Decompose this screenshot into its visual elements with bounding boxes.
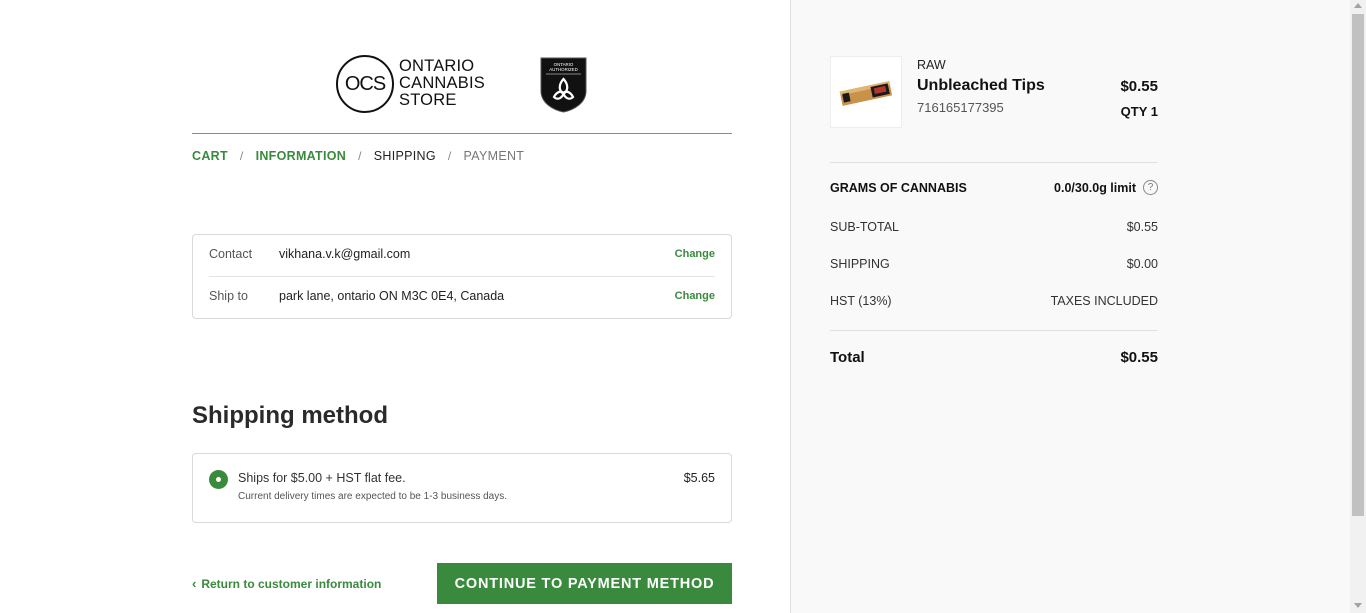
total-divider	[830, 330, 1158, 331]
customer-review-box: Contact vikhana.v.k@gmail.com Change Shi…	[192, 234, 732, 319]
logo-line-1: ONTARIO	[399, 57, 475, 75]
subtotal-value: $0.55	[1126, 220, 1158, 234]
change-ship-to-link[interactable]: Change	[675, 290, 715, 302]
ship-to-value: park lane, ontario ON M3C 0E4, Canada	[279, 289, 505, 303]
total-value: $0.55	[1120, 349, 1158, 366]
scroll-down-icon[interactable]	[1354, 603, 1362, 608]
product-quantity: QTY 1	[1120, 104, 1158, 119]
continue-to-payment-button[interactable]: CONTINUE TO PAYMENT METHOD	[437, 563, 732, 604]
return-link-label: Return to customer information	[201, 576, 382, 591]
breadcrumb-shipping: SHIPPING	[373, 149, 436, 163]
breadcrumb-separator: /	[447, 149, 452, 163]
tax-row: HST (13%) TAXES INCLUDED	[830, 294, 1158, 308]
badge-text-2: AUTHORIZED	[549, 67, 578, 72]
product-name: Unbleached Tips	[917, 77, 1045, 94]
shipping-method-title: Shipping method	[192, 402, 388, 429]
shipping-option-note: Current delivery times are expected to b…	[238, 491, 508, 502]
ocs-logo-letters: OCS	[344, 72, 386, 95]
breadcrumb-separator: /	[239, 149, 244, 163]
contact-row: Contact vikhana.v.k@gmail.com Change	[209, 235, 715, 277]
scroll-up-icon[interactable]	[1354, 3, 1362, 8]
ship-to-row: Ship to park lane, ontario ON M3C 0E4, C…	[209, 277, 715, 319]
checkout-main: OCS ONTARIO CANNABIS STORE ONTARIO AUTHO…	[0, 0, 790, 613]
breadcrumb-cart[interactable]: CART	[192, 149, 228, 163]
shipping-row: SHIPPING $0.00	[830, 257, 1158, 271]
header-divider	[192, 133, 732, 134]
page-scrollbar[interactable]	[1350, 0, 1366, 613]
shipping-option-name: Ships for $5.00 + HST flat fee.	[238, 471, 406, 485]
ocs-logo-mark: OCS	[336, 55, 394, 113]
grams-label: GRAMS OF CANNABIS	[830, 180, 967, 195]
breadcrumb-payment: PAYMENT	[463, 149, 525, 163]
shipping-option-radio[interactable]	[209, 470, 228, 489]
total-label: Total	[830, 349, 865, 366]
product-thumbnail[interactable]	[830, 56, 902, 128]
product-price: $0.55	[1120, 78, 1158, 95]
grams-value: 0.0/30.0g limit	[1054, 180, 1136, 195]
shipping-value: $0.00	[1126, 257, 1158, 271]
checkout-breadcrumb: CART / INFORMATION / SHIPPING / PAYMENT	[192, 149, 524, 163]
ocs-logo-wordmark: ONTARIO CANNABIS STORE	[399, 58, 485, 109]
return-to-information-link[interactable]: ‹ Return to customer information	[192, 576, 381, 591]
subtotal-label: SUB-TOTAL	[830, 220, 899, 234]
ship-to-label: Ship to	[209, 289, 248, 303]
store-logo[interactable]: OCS ONTARIO CANNABIS STORE ONTARIO AUTHO…	[336, 55, 588, 115]
tax-label: HST (13%)	[830, 294, 892, 308]
subtotal-row: SUB-TOTAL $0.55	[830, 220, 1158, 234]
product-brand: RAW	[917, 58, 946, 72]
breadcrumb-separator: /	[358, 149, 362, 163]
help-icon[interactable]: ?	[1143, 180, 1158, 195]
tax-value: TAXES INCLUDED	[1050, 294, 1158, 308]
grams-limit-row: GRAMS OF CANNABIS 0.0/30.0g limit ?	[830, 180, 1158, 195]
contact-label: Contact	[209, 247, 253, 261]
scrollbar-thumb[interactable]	[1352, 14, 1364, 516]
product-sku: 716165177395	[917, 100, 1004, 115]
contact-value: vikhana.v.k@gmail.com	[279, 247, 411, 261]
logo-line-2: CANNABIS	[399, 74, 485, 92]
logo-line-3: STORE	[399, 91, 457, 109]
total-row: Total $0.55	[830, 349, 1158, 366]
chevron-left-icon: ‹	[192, 576, 197, 591]
change-contact-link[interactable]: Change	[675, 248, 715, 260]
breadcrumb-information[interactable]: INFORMATION	[256, 149, 347, 163]
order-summary-sidebar: RAW Unbleached Tips 716165177395 $0.55 Q…	[790, 0, 1350, 613]
ontario-authorized-badge-icon: ONTARIO AUTHORIZED	[540, 57, 587, 113]
shipping-option-price: $5.65	[683, 471, 715, 485]
summary-divider	[830, 162, 1158, 163]
shipping-option[interactable]: Ships for $5.00 + HST flat fee. Current …	[192, 453, 732, 523]
shipping-label: SHIPPING	[830, 257, 890, 271]
